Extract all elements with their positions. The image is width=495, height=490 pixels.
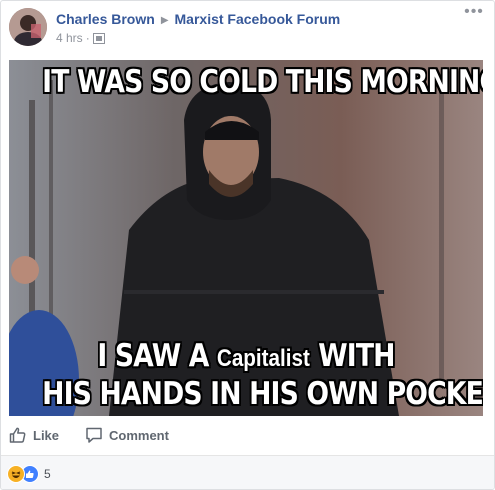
post-title-line: Charles Brown ▶ Marxist Facebook Forum xyxy=(56,11,340,27)
post-timestamp[interactable]: 4 hrs xyxy=(56,31,83,45)
meme-mid-word: Capitalist xyxy=(216,345,310,372)
comment-label: Comment xyxy=(109,427,169,443)
author-avatar[interactable] xyxy=(9,8,47,46)
meme-mid-suffix: WITH xyxy=(318,338,395,374)
comment-icon xyxy=(86,427,102,443)
reactions-summary[interactable]: 5 xyxy=(7,465,51,483)
reaction-count: 5 xyxy=(44,467,51,481)
meme-top-caption: IT WAS SO COLD THIS MORNING xyxy=(42,64,483,100)
like-button[interactable]: Like xyxy=(9,426,59,444)
public-icon[interactable] xyxy=(92,33,105,47)
author-name-link[interactable]: Charles Brown xyxy=(56,11,155,27)
post-header: Charles Brown ▶ Marxist Facebook Forum 4 h… xyxy=(1,1,494,57)
post-card: Charles Brown ▶ Marxist Facebook Forum 4 h… xyxy=(0,0,495,490)
like-label: Like xyxy=(33,427,60,443)
reactions-bar: 5 xyxy=(1,456,494,489)
thumbs-up-icon xyxy=(9,427,26,443)
group-name-link[interactable]: Marxist Facebook Forum xyxy=(175,11,341,27)
post-actions: Like Comment xyxy=(1,418,494,454)
comment-button[interactable]: Comment xyxy=(85,426,169,444)
haha-icon xyxy=(7,465,25,483)
meme-bottom-caption: HIS HANDS IN HIS OWN POCKETS xyxy=(42,376,483,412)
post-image[interactable]: IT WAS SO COLD THIS MORNING I SAW A Capi… xyxy=(9,60,483,416)
meta-separator: · xyxy=(85,31,90,45)
post-meta: 4 hrs · xyxy=(56,31,105,47)
meme-middle-caption: I SAW A Capitalist WITH xyxy=(42,338,450,374)
more-options-button[interactable]: ••• xyxy=(462,4,486,23)
arrow-right-icon: ▶ xyxy=(160,15,169,26)
meme-mid-prefix: I SAW A xyxy=(97,338,209,374)
